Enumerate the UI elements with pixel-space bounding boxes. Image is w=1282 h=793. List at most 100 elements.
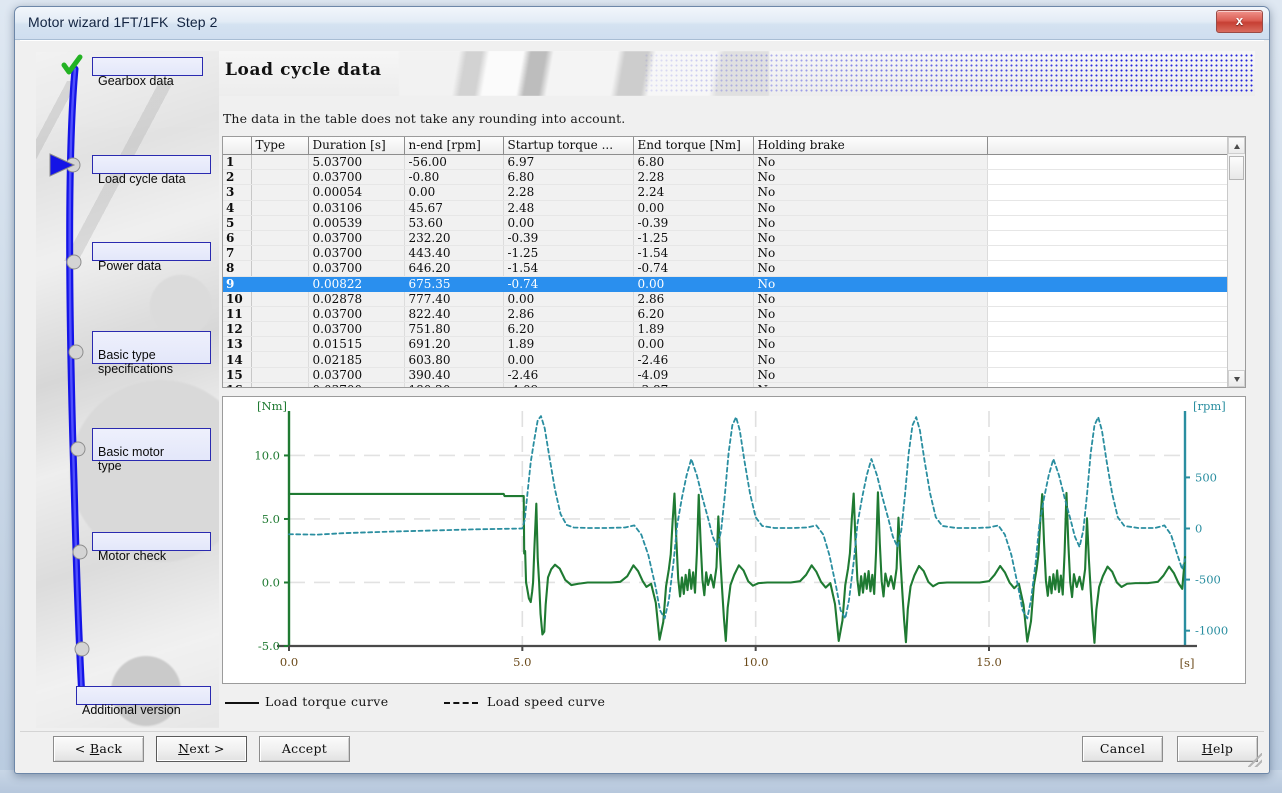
table-cell: 0.02185	[308, 351, 405, 368]
load-cycle-table-container: Type Duration [s] n-end [rpm] Startup torqu…	[222, 136, 1246, 388]
row-index-cell: 10	[223, 291, 252, 307]
table-row[interactable]: 6 0.03700 232.20 -0.39 -1.25 No	[223, 230, 1227, 247]
table-cell: No	[753, 184, 988, 201]
table-cell	[987, 200, 1227, 216]
table-cell: No	[753, 367, 988, 383]
table-column-header[interactable]: n-end [rpm]	[404, 137, 504, 155]
table-row[interactable]: 3 0.00054 0.00 2.28 2.24 No	[223, 184, 1227, 201]
legend-label-speed: Load speed curve	[487, 694, 606, 709]
table-row[interactable]: 4 0.03106 45.67 2.48 0.00 No	[223, 200, 1227, 216]
table-column-header[interactable]: Duration [s]	[308, 137, 405, 155]
chart-label: 10.0	[743, 655, 769, 669]
scroll-down-button[interactable]	[1228, 370, 1245, 387]
table-cell: 646.20	[404, 260, 504, 277]
help-button[interactable]: Help	[1177, 736, 1258, 762]
back-button[interactable]: < Back	[53, 736, 144, 762]
help-button-label: Help	[1201, 741, 1234, 756]
sidebar-item-label: Additional version	[82, 703, 181, 717]
row-index-cell: 16	[223, 382, 252, 387]
table-row[interactable]: 14 0.02185 603.80 0.00 -2.46 No	[223, 351, 1227, 368]
table-row[interactable]: 16 0.03700180.20-4.09-3.87No	[223, 382, 1227, 387]
resize-grip[interactable]	[1248, 753, 1262, 767]
sidebar-item-basic-type-specifications[interactable]: Basic type specifications	[92, 331, 211, 376]
table-cell: -2.46	[503, 367, 634, 383]
table-cell: No	[753, 215, 988, 231]
table-cell: -4.09	[633, 367, 754, 383]
table-header-row: Type Duration [s] n-end [rpm] Startup torqu…	[223, 137, 1227, 155]
chart-legend: Load torque curve Load speed curve	[225, 692, 925, 714]
table-row[interactable]: 7 0.03700 443.40 -1.25 -1.54 No	[223, 245, 1227, 262]
row-index-cell: 4	[223, 200, 252, 216]
table-column-header[interactable]: End torque [Nm]	[633, 137, 754, 155]
table-row[interactable]: 1 5.03700 -56.00 6.97 6.80 No	[223, 154, 1227, 171]
next-button[interactable]: Next >	[156, 736, 247, 762]
table-cell: 0.00539	[308, 215, 405, 231]
table-cell: -1.25	[633, 230, 754, 247]
triangle-up-icon	[1234, 144, 1240, 149]
sidebar-item-gearbox-data[interactable]: Gearbox data	[92, 57, 203, 88]
cancel-button-label: Cancel	[1099, 741, 1146, 756]
accept-button-label: Accept	[281, 741, 328, 756]
table-cell: -3.87	[633, 382, 754, 387]
table-row[interactable]: 2 0.03700 -0.80 6.80 2.28 No	[223, 169, 1227, 186]
table-row[interactable]: 5 0.00539 53.60 0.00 -0.39 No	[223, 215, 1227, 231]
table-cell: 443.40	[404, 245, 504, 262]
table-cell: -0.80	[404, 169, 504, 186]
scroll-up-button[interactable]	[1228, 137, 1245, 154]
table-row[interactable]: 10 0.02878 777.40 0.00 2.86 No	[223, 291, 1227, 307]
table-cell: 2.24	[633, 184, 754, 201]
table-cell: No	[753, 321, 988, 338]
table-row[interactable]: 11 0.03700 822.40 2.86 6.20 No	[223, 306, 1227, 323]
table-vertical-scrollbar[interactable]	[1227, 137, 1245, 387]
table-cell: 1.89	[503, 336, 634, 353]
sidebar-item-motor-check[interactable]: Motor check	[92, 532, 211, 563]
sidebar-item-basic-motor-type[interactable]: Basic motor type	[92, 428, 211, 473]
accept-button[interactable]: Accept	[259, 736, 350, 762]
table-cell: 45.67	[404, 200, 504, 216]
table-cell: No	[753, 351, 988, 368]
table-row[interactable]: 8 0.03700 646.20 -1.54 -0.74 No	[223, 260, 1227, 277]
table-cell: 0.00	[404, 184, 504, 201]
table-cell	[251, 230, 309, 247]
table-cell: No	[753, 382, 988, 387]
table-cell: 0.00	[633, 336, 754, 353]
table-cell	[987, 291, 1227, 307]
table-column-header[interactable]	[987, 137, 1227, 155]
legend-swatch-torque	[225, 702, 259, 704]
table-cell: 0.00054	[308, 184, 405, 201]
table-cell	[987, 336, 1227, 353]
table-cell	[251, 276, 309, 292]
table-row[interactable]: 13 0.01515 691.20 1.89 0.00 No	[223, 336, 1227, 353]
table-row[interactable]: 12 0.03700 751.80 6.20 1.89 No	[223, 321, 1227, 338]
legend-swatch-speed	[444, 702, 478, 704]
chart-label: 0.0	[262, 575, 280, 589]
close-button[interactable]: x	[1216, 10, 1263, 33]
table-column-header[interactable]	[223, 137, 252, 155]
table-cell: 6.80	[633, 154, 754, 171]
chart-label: -500	[1195, 573, 1221, 587]
table-row[interactable]: 9 0.00822 675.35 -0.74 0.00 No	[223, 276, 1227, 292]
sidebar-item-additional-version[interactable]: Additional version	[76, 686, 211, 717]
chart-label: -1000	[1195, 624, 1228, 638]
table-cell	[987, 169, 1227, 186]
sidebar-item-power-data[interactable]: Power data	[92, 242, 211, 273]
scrollbar-thumb[interactable]	[1229, 156, 1244, 180]
table-cell: 0.01515	[308, 336, 405, 353]
cancel-button[interactable]: Cancel	[1082, 736, 1163, 762]
motor-wizard-window: Motor wizard 1FT/1FK Step 2 x Gearbox da…	[14, 6, 1270, 774]
table-column-header[interactable]: Startup torque ...	[503, 137, 634, 155]
table-column-header[interactable]: Type	[251, 137, 309, 155]
table-cell: -1.54	[503, 260, 634, 277]
table-column-header[interactable]: Holding brake	[753, 137, 988, 155]
table-cell	[251, 321, 309, 338]
table-cell: 0.00822	[308, 276, 405, 292]
table-cell: 0.03106	[308, 200, 405, 216]
chart-label: [Nm]	[257, 399, 287, 413]
chart-label: 0.0	[280, 655, 298, 669]
wizard-step-navigation: Gearbox data Load cycle data Power data …	[36, 51, 219, 728]
table-cell: No	[753, 154, 988, 171]
sidebar-item-load-cycle-data[interactable]: Load cycle data	[92, 155, 211, 186]
sidebar-item-label: Load cycle data	[98, 172, 186, 186]
table-cell: -56.00	[404, 154, 504, 171]
table-row[interactable]: 15 0.03700 390.40 -2.46 -4.09 No	[223, 367, 1227, 383]
